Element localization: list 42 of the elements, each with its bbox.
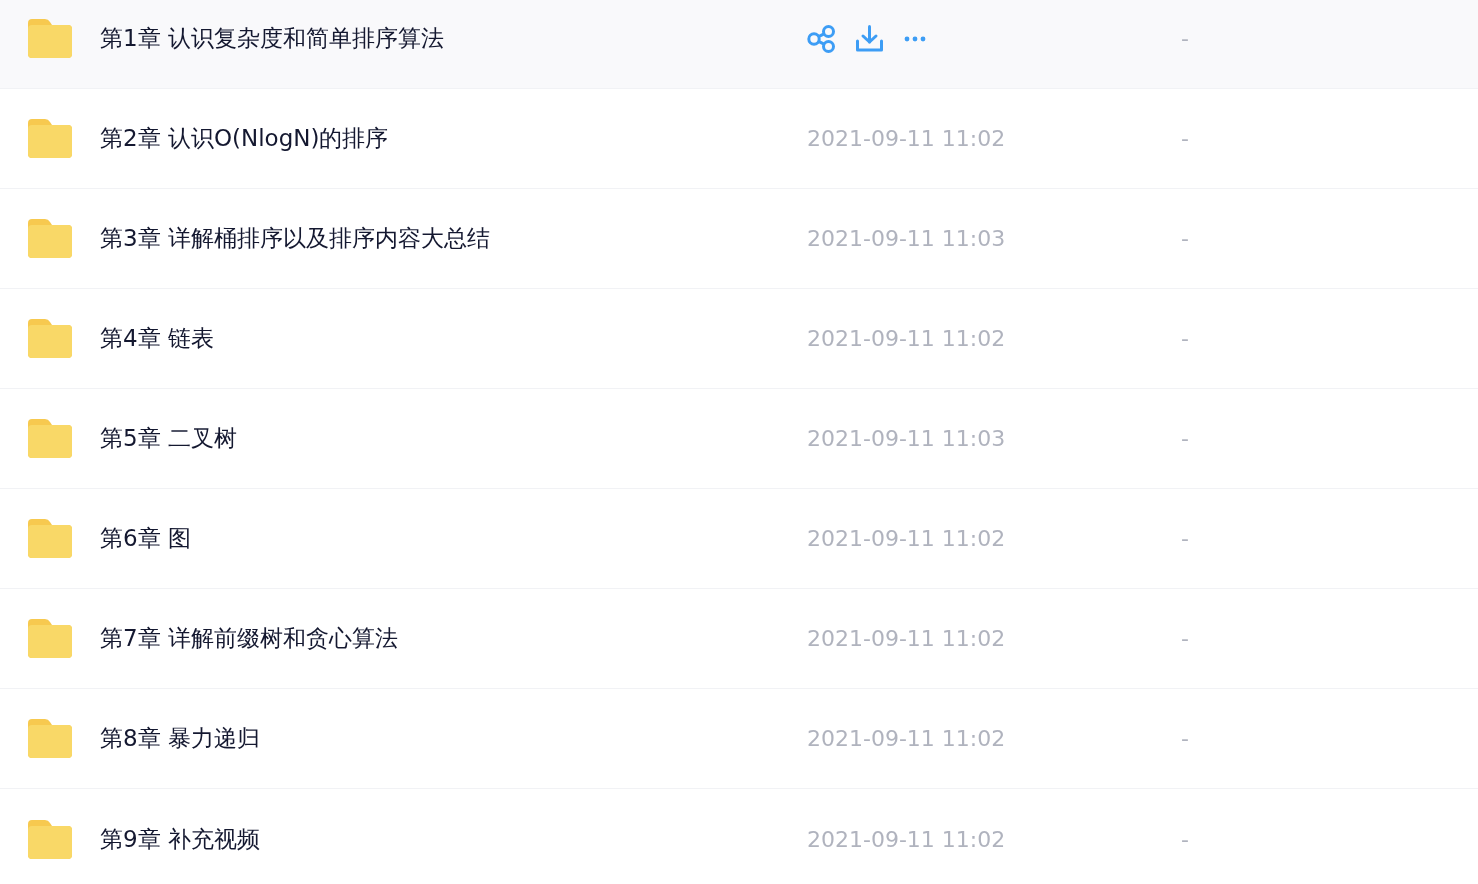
modified-date: 2021-09-11 11:03 [807, 226, 1006, 251]
modified-date: 2021-09-11 11:02 [807, 126, 1006, 151]
folder-name: 第5章 二叉树 [100, 424, 238, 453]
folder-icon [28, 719, 72, 758]
folder-name: 第9章 补充视频 [100, 824, 261, 854]
folder-icon [28, 219, 72, 258]
file-size: - [1181, 26, 1189, 51]
folder-icon [28, 19, 72, 58]
modified-date: 2021-09-11 11:02 [807, 626, 1006, 651]
folder-icon [28, 419, 72, 458]
file-size: - [1181, 326, 1189, 351]
file-size: - [1181, 226, 1189, 251]
folder-name: 第8章 暴力递归 [100, 724, 261, 753]
share-button[interactable] [807, 24, 835, 53]
folder-icon [28, 819, 72, 859]
file-size: - [1181, 426, 1189, 451]
folder-icon [28, 319, 72, 358]
more-button[interactable] [904, 35, 926, 42]
modified-date: 2021-09-11 11:02 [807, 326, 1006, 351]
modified-date: 2021-09-11 11:02 [807, 526, 1006, 551]
file-size: - [1181, 126, 1189, 151]
folder-icon [28, 619, 72, 658]
folder-icon [28, 119, 72, 158]
file-row[interactable]: 第1章 认识复杂度和简单排序算法 - [0, 0, 1478, 89]
folder-name: 第3章 详解桶排序以及排序内容大总结 [100, 224, 491, 253]
modified-date: 2021-09-11 11:03 [807, 426, 1006, 451]
modified-date: 2021-09-11 11:02 [807, 726, 1006, 751]
download-button[interactable] [856, 25, 883, 52]
modified-date: 2021-09-11 11:02 [807, 826, 1006, 852]
folder-name: 第1章 认识复杂度和简单排序算法 [100, 24, 445, 53]
folder-name: 第7章 详解前缀树和贪心算法 [100, 624, 399, 653]
folder-name: 第2章 认识O(NlogN)的排序 [100, 124, 390, 153]
share-icon [807, 24, 835, 53]
file-size: - [1181, 726, 1189, 751]
file-size: - [1181, 826, 1189, 852]
file-size: - [1181, 526, 1189, 551]
folder-name: 第6章 图 [100, 524, 192, 553]
file-size: - [1181, 626, 1189, 651]
more-icon [904, 35, 926, 42]
download-icon [856, 25, 883, 52]
folder-icon [28, 519, 72, 558]
folder-name: 第4章 链表 [100, 324, 215, 353]
